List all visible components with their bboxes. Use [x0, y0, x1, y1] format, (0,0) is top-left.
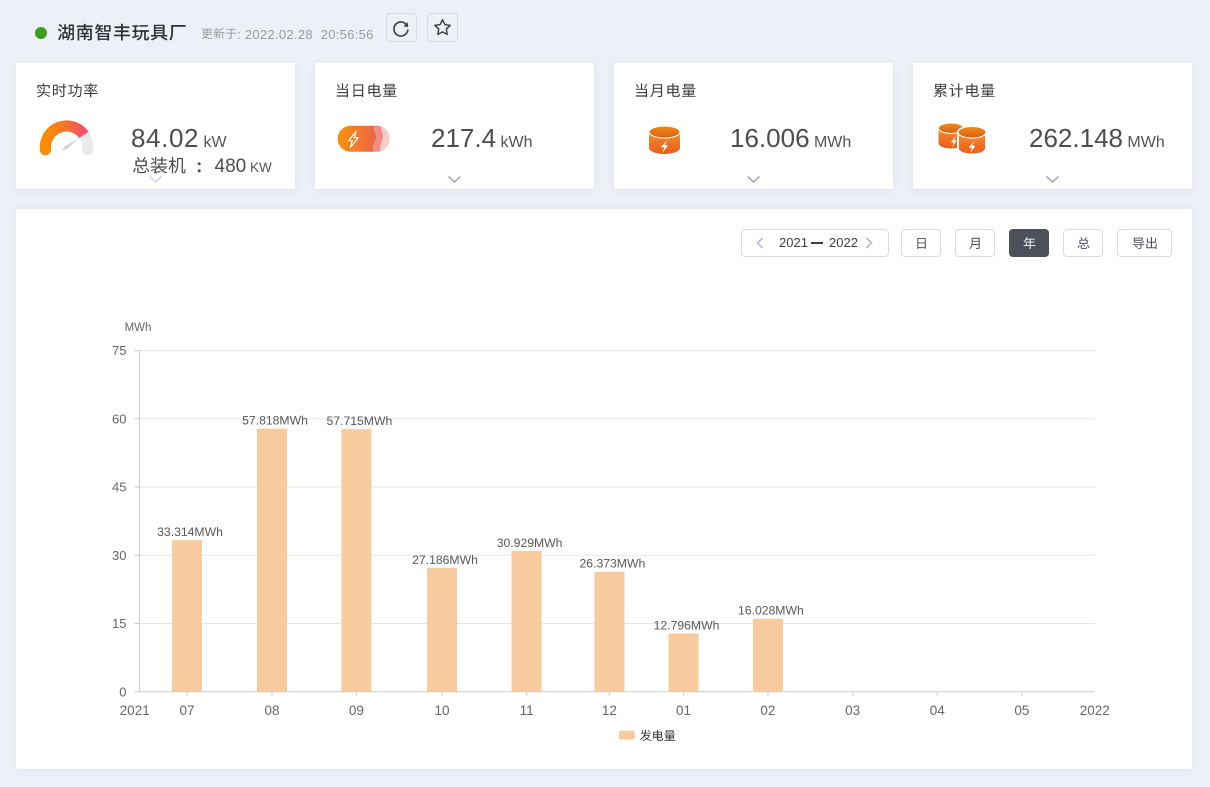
svg-text:02: 02: [760, 703, 775, 718]
svg-text:10: 10: [434, 703, 449, 718]
svg-text:12.796MWh: 12.796MWh: [654, 618, 720, 632]
svg-text:16.028MWh: 16.028MWh: [738, 604, 804, 618]
svg-text:11: 11: [520, 703, 534, 718]
svg-text:04: 04: [930, 703, 946, 718]
svg-text:12: 12: [602, 703, 617, 718]
svg-text:2022: 2022: [1080, 703, 1110, 718]
svg-text:03: 03: [845, 703, 860, 718]
svg-text:05: 05: [1014, 703, 1029, 718]
svg-text:27.186MWh: 27.186MWh: [412, 553, 478, 567]
svg-text:08: 08: [264, 703, 279, 718]
svg-text:26.373MWh: 26.373MWh: [580, 557, 646, 571]
svg-text:75: 75: [112, 343, 126, 358]
svg-text:MWh: MWh: [125, 322, 152, 334]
svg-text:07: 07: [179, 703, 194, 718]
svg-text:30: 30: [112, 548, 126, 563]
svg-text:57.715MWh: 57.715MWh: [327, 414, 393, 428]
svg-text:01: 01: [676, 703, 691, 718]
svg-text:15: 15: [112, 616, 126, 631]
svg-text:0: 0: [119, 684, 126, 699]
svg-text:57.818MWh: 57.818MWh: [242, 414, 308, 428]
svg-text:45: 45: [112, 480, 126, 495]
svg-text:30.929MWh: 30.929MWh: [497, 536, 563, 550]
svg-text:2021: 2021: [120, 703, 150, 718]
svg-text:09: 09: [349, 703, 364, 718]
svg-text:60: 60: [112, 411, 126, 426]
svg-text:33.314MWh: 33.314MWh: [157, 525, 223, 539]
